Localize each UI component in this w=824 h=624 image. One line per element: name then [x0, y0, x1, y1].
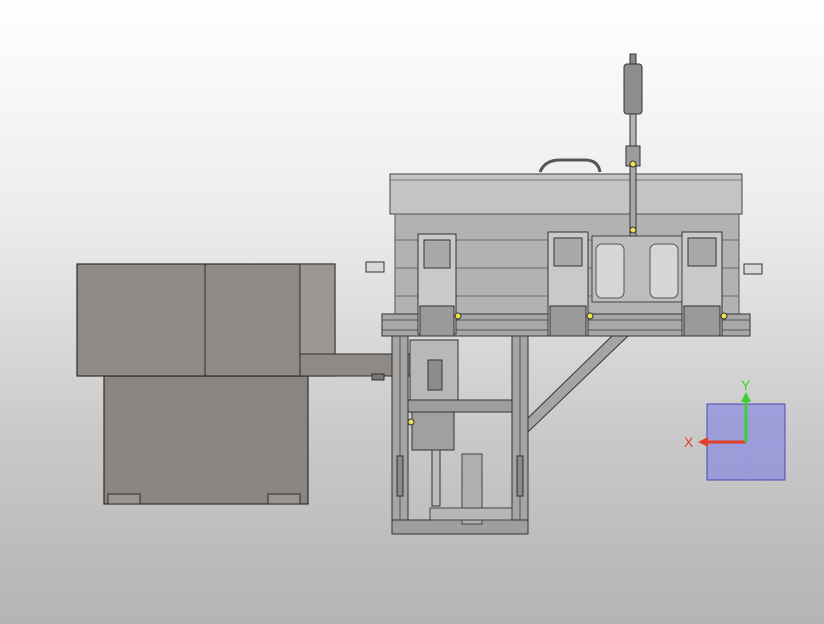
cylinder-cap	[629, 53, 637, 65]
leg-slot-right	[516, 455, 524, 497]
cad-graphics-viewport[interactable]: X Y	[0, 0, 824, 624]
sensor-dot-1	[407, 418, 415, 426]
nest-plate[interactable]	[591, 235, 683, 303]
gripper-station-1[interactable]	[417, 233, 462, 337]
cad-model-view[interactable]: X Y	[0, 0, 824, 624]
nest-pocket-right	[649, 243, 679, 299]
gripper-jaw	[549, 305, 587, 337]
nest-pocket-left	[595, 243, 625, 299]
gripper-head	[687, 237, 717, 267]
y-axis-label: Y	[741, 377, 751, 393]
gripper-head	[553, 237, 583, 267]
lift-rod	[431, 449, 441, 507]
sensor-dot-3	[586, 312, 594, 320]
diagonal-brace	[527, 335, 630, 434]
gripper-head	[423, 239, 451, 269]
lift-cylinder	[427, 359, 443, 391]
bowl-top	[76, 263, 336, 377]
sensor-dot-4	[720, 312, 728, 320]
gripper-station-3[interactable]	[681, 231, 728, 337]
bowl-feeder[interactable]	[76, 263, 411, 505]
sensor-dot-6	[629, 226, 637, 234]
bowl-base	[103, 375, 309, 505]
cross-bar-bottom	[391, 519, 529, 535]
leg-slot-left	[396, 455, 404, 497]
base-plate	[429, 507, 513, 521]
x-axis-label: X	[684, 434, 694, 450]
bowl-foot-left	[107, 493, 141, 505]
x-axis-head	[698, 437, 708, 447]
cover-handle	[538, 158, 602, 173]
gripper-jaw	[419, 305, 455, 337]
fitting-right	[743, 263, 763, 275]
bowl-foot-right	[267, 493, 301, 505]
lift-cylinder-assembly[interactable]	[407, 339, 459, 507]
sensor-dot-2	[454, 312, 462, 320]
coordinate-triad[interactable]: X Y	[684, 377, 786, 481]
cylinder-barrel	[623, 63, 643, 115]
gripper-station-2[interactable]	[547, 231, 594, 337]
bowl-rim	[299, 263, 336, 357]
lift-clamp	[411, 411, 455, 451]
cylinder-shaft	[629, 165, 637, 237]
sensor-dot-5	[629, 160, 637, 168]
gripper-jaw	[683, 305, 721, 337]
fitting-left	[365, 261, 385, 273]
cross-bar-mid	[407, 399, 513, 413]
cylinder-rod	[629, 113, 637, 147]
track-bracket	[371, 373, 385, 381]
y-axis-head	[741, 392, 751, 402]
